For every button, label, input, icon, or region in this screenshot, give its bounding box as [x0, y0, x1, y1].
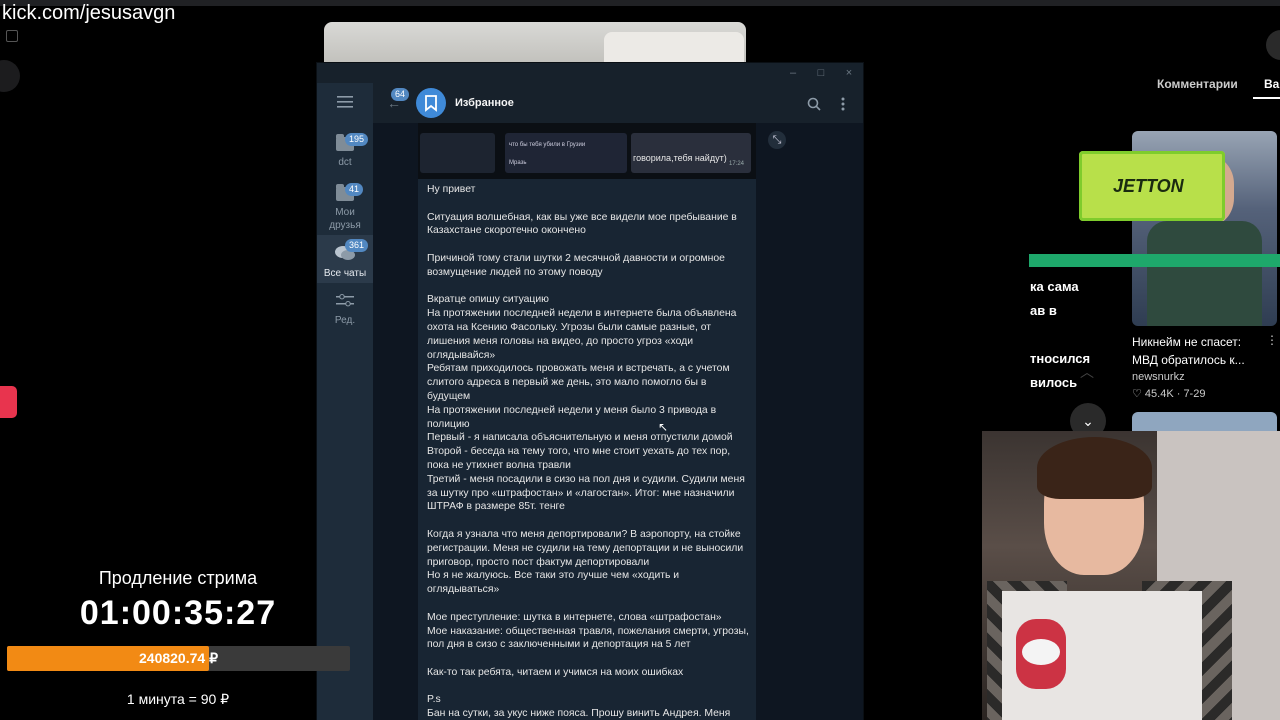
profile-avatar[interactable] [1266, 30, 1280, 60]
minimize-button[interactable]: – [779, 63, 807, 83]
donation-progress-bar: 240820.74 ₽ [7, 646, 350, 671]
image-text: 17:24 [729, 161, 745, 167]
saved-messages-avatar[interactable] [416, 88, 446, 118]
obscured-text: вилось [1030, 375, 1078, 390]
message-bubble[interactable]: что бы тебя убили в Грузии Мразь говорил… [418, 123, 756, 720]
unread-badge: 64 [391, 88, 410, 101]
tab-comments[interactable]: Комментарии [1157, 77, 1238, 91]
search-icon[interactable] [807, 97, 821, 111]
jetton-logo-text: JETTON [1113, 176, 1184, 196]
image-text: Мразь [509, 160, 527, 166]
subathon-rate: 1 минута = 90 ₽ [126, 691, 230, 707]
mouse-cursor-icon: ↖ [658, 420, 669, 434]
chat-title: Избранное [455, 97, 514, 109]
image-thumb: что бы тебя убили в Грузии Мразь [505, 133, 627, 173]
tab-active[interactable]: Ва [1264, 77, 1279, 91]
sidebar-item-label: Мои друзья [329, 207, 361, 231]
sidebar-item-dct[interactable]: 195 dct [317, 133, 373, 169]
promo-bar [1029, 254, 1280, 267]
avatar [0, 60, 20, 92]
sliders-icon [336, 294, 354, 307]
news-title[interactable]: Никнейм не спасет: МВД обратилось к... [1132, 333, 1267, 369]
sidebar-toggle-icon[interactable] [6, 30, 18, 42]
sidebar-item-label: dct [338, 157, 352, 168]
stream-url: kick.com/jesusavgn [2, 2, 176, 24]
image-thumb: говорила,тебя найдут) 17:24 [631, 133, 751, 173]
message-image[interactable]: что бы тебя убили в Грузии Мразь говорил… [418, 123, 756, 179]
chat-header: ← 64 Избранное [373, 83, 863, 123]
collapse-icon[interactable]: ⤡ [768, 131, 786, 149]
obscured-text: ка сама [1030, 279, 1079, 294]
news-source[interactable]: newsnurkz [1132, 371, 1185, 383]
maximize-button[interactable]: □ [807, 63, 835, 83]
subathon-title: Продление стрима [98, 568, 258, 588]
sidebar-item-all-chats[interactable]: 361 Все чаты [317, 235, 373, 283]
sidebar-item-label: Все чаты [323, 268, 367, 279]
subathon-timer: 01:00:35:27 [79, 594, 277, 632]
webcam-feed [982, 431, 1280, 720]
sidebar-item-edit[interactable]: Ред. [317, 293, 373, 327]
telegram-window: – □ × 195 dct 41 Мои друзья 361 Все чаты… [317, 63, 863, 720]
donation-amount: 240820.74 ₽ [139, 650, 218, 666]
unread-badge: 41 [345, 183, 364, 196]
message-text: Ну привет Ситуация волшебная, как вы уже… [427, 184, 749, 720]
side-tab[interactable] [0, 386, 17, 418]
news-stats: ♡ 45.4K · 7-29 [1132, 388, 1206, 400]
close-button[interactable]: × [835, 63, 863, 83]
more-icon[interactable] [841, 97, 845, 111]
image-text: что бы тебя убили в Грузии [509, 142, 586, 148]
sidebar-item-friends[interactable]: 41 Мои друзья [317, 183, 373, 232]
bookmark-icon [425, 95, 437, 112]
more-icon[interactable]: ⋮ [1266, 333, 1278, 347]
hamburger-icon [337, 96, 353, 108]
menu-button[interactable] [317, 95, 373, 115]
browser-top-strip [0, 0, 1280, 6]
unread-badge: 361 [345, 239, 369, 252]
obscured-text: ав в [1030, 303, 1057, 318]
image-text: говорила,тебя найдут) [633, 153, 727, 163]
chevron-up-icon[interactable]: ︿ [1080, 362, 1094, 382]
tab-underline [1253, 97, 1280, 99]
sidebar-item-label: Ред. [334, 315, 356, 326]
chat-area: что бы тебя убили в Грузии Мразь говорил… [373, 123, 863, 720]
unread-badge: 195 [345, 133, 369, 146]
window-titlebar: – □ × [317, 63, 863, 83]
image-thumb [420, 133, 495, 173]
